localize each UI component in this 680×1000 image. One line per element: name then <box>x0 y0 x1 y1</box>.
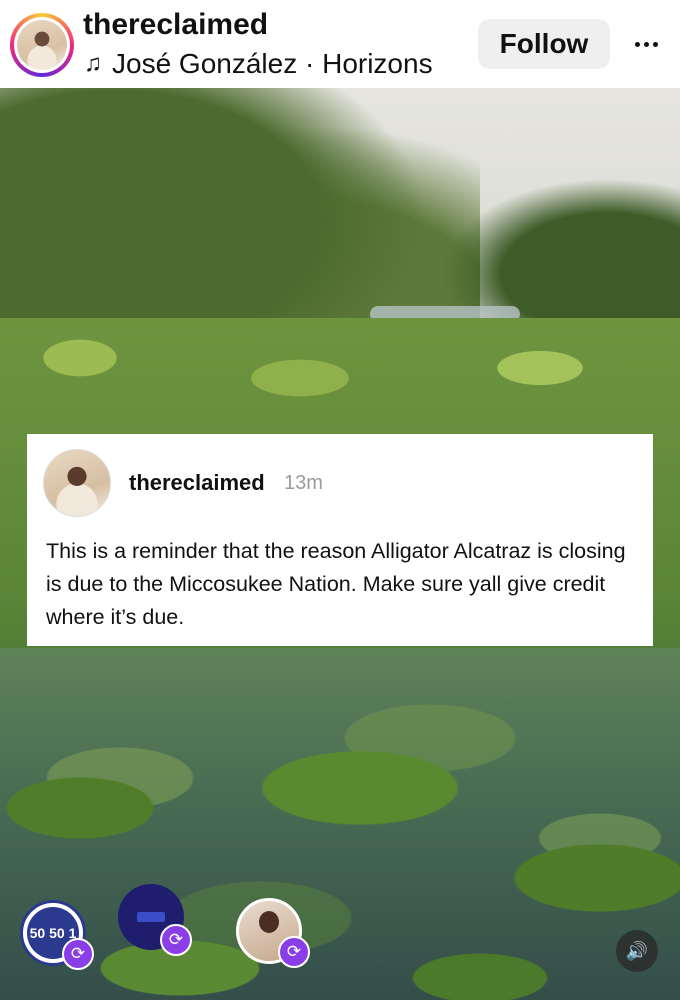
card-timestamp: 13m <box>284 472 323 494</box>
repost-icon: ⟳ <box>160 924 192 956</box>
post-header: thereclaimed ♫ José González · Horizons … <box>0 0 680 88</box>
card-text: This is a reminder that the reason Allig… <box>46 539 626 629</box>
follow-button[interactable]: Follow <box>478 19 610 69</box>
music-note-icon: ♫ <box>84 50 102 77</box>
card-avatar[interactable] <box>43 449 111 517</box>
speaker-icon[interactable]: 🔊 <box>616 930 658 972</box>
music-title: José González · Horizons <box>112 48 433 79</box>
quoted-post-card[interactable]: thereclaimed 13m This is a reminder that… <box>27 434 653 646</box>
username[interactable]: thereclaimed <box>83 8 268 42</box>
card-username[interactable]: thereclaimed <box>129 470 265 496</box>
profile-photo <box>17 20 67 70</box>
music-link[interactable]: ♫ José González · Horizons <box>84 48 433 80</box>
repost-icon: ⟳ <box>278 936 310 968</box>
repost-icon: ⟳ <box>62 938 94 970</box>
more-icon[interactable] <box>626 24 666 64</box>
profile-avatar[interactable] <box>10 13 74 77</box>
water-foreground <box>0 648 680 1000</box>
